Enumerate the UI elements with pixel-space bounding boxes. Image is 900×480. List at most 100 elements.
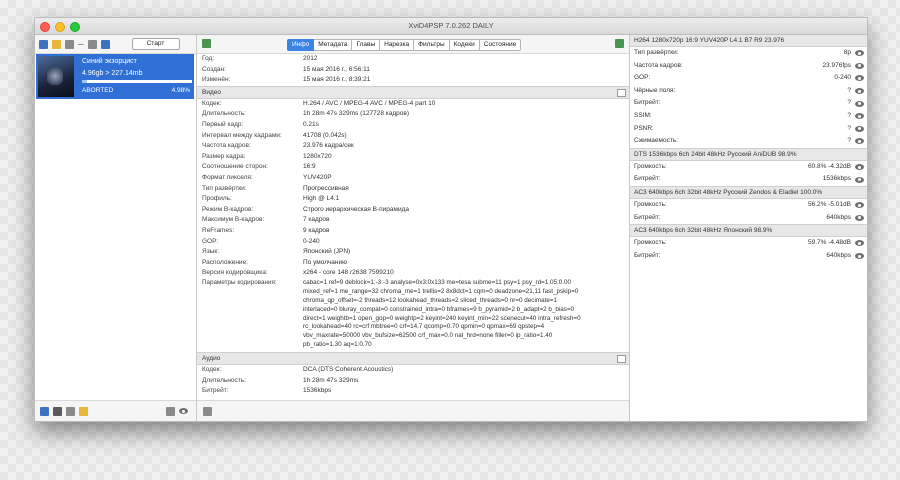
audio-stat-row: Битрейт: 640kbps (630, 212, 867, 225)
queue-toolbar: – Старт (35, 35, 196, 54)
video-label: Язык: (202, 248, 219, 256)
job-size: 4.96gb > 227.14mb (82, 70, 143, 77)
video-label: Тип развёртки: (202, 184, 247, 192)
tab-toolbar: Инфо Метадата Главы Нарезка Фильтры Кодеки Сос… (197, 35, 629, 54)
add-job-icon[interactable] (65, 39, 74, 49)
video-label: Кодек: (202, 99, 222, 107)
stat-value: ? (847, 137, 851, 145)
save-icon[interactable] (100, 39, 110, 49)
remove-job-icon[interactable]: – (78, 39, 84, 49)
stat-row: Тип развёртки: 8p (630, 47, 867, 60)
tab-item[interactable]: Состояние (479, 39, 522, 51)
video-label: GOP: (202, 237, 219, 245)
minimize-window-button[interactable] (55, 22, 65, 32)
eye-icon[interactable] (855, 125, 864, 132)
audio-stat-row: Громкость: 59.7% -4.48dB (630, 237, 867, 250)
stat-row: PSNR:? (630, 123, 867, 136)
audio-row: Кодек: DCA (DTS Coherent Acoustics) (197, 365, 629, 376)
eye-icon[interactable] (855, 50, 864, 57)
gear-icon[interactable] (166, 406, 175, 416)
eye-icon[interactable] (855, 138, 864, 145)
audio-stat-label: Громкость: (634, 239, 667, 247)
eye-icon[interactable] (855, 164, 864, 171)
stat-label: Сжимаемость: (634, 137, 679, 145)
presets-icon[interactable] (53, 406, 62, 416)
stat-value: 0-240 (834, 74, 851, 82)
queue-job-item[interactable]: Синий экзорцист 4.96gb > 227.14mb ABORTE… (36, 54, 194, 99)
copy-audio-icon[interactable] (617, 355, 626, 364)
video-value: 23.976 кадра/сек (303, 142, 354, 150)
stat-label: Чёрные поля: (634, 86, 676, 94)
app-window: XviD4PSP 7.0.262 DAILY – Старт Синий экз… (34, 17, 868, 422)
preview-eye-icon[interactable] (179, 408, 188, 414)
video-label: Длительность: (202, 110, 246, 118)
stat-label: SSIM: (634, 111, 652, 119)
audio-label: Длительность: (202, 376, 246, 384)
eye-icon[interactable] (855, 62, 864, 69)
video-value: High @ L4.1 (303, 195, 340, 203)
job-progress-fill (82, 80, 88, 83)
stat-value: ? (847, 124, 851, 132)
copy-video-icon[interactable] (617, 88, 626, 97)
copy-all-icon[interactable] (203, 407, 212, 416)
eye-icon[interactable] (855, 214, 864, 221)
video-row: Максимум B-кадров: 7 кадров (197, 215, 629, 226)
audio-stat-label: Громкость: (634, 162, 667, 170)
stat-label: PSNR: (634, 124, 654, 132)
eye-icon[interactable] (855, 88, 864, 95)
encoding-params-value: cabac=1 ref=9 deblock=1:-3:-3 analyse=0x… (303, 278, 581, 349)
copy-icon[interactable] (40, 406, 49, 416)
video-label: Формат пикселя: (202, 173, 253, 181)
video-row: Кодек: H.264 / AVC / MPEG-4 AVC / MPEG-4 … (197, 99, 629, 110)
tab-item[interactable]: Фильтры (414, 39, 450, 51)
eye-icon[interactable] (855, 113, 864, 120)
library-icon[interactable] (39, 39, 48, 49)
eye-icon[interactable] (855, 100, 864, 107)
audio-track-header: AC3 640kbps 6ch 32bit 48kHz Русский Zend… (630, 185, 867, 199)
video-label: Размер кадра: (202, 152, 246, 160)
pencil-icon[interactable] (79, 406, 88, 416)
tab-item[interactable]: Метадата (314, 39, 353, 51)
video-label: ReFrames: (202, 226, 235, 234)
tab-item[interactable]: Кодеки (449, 39, 480, 51)
stat-value: ? (847, 111, 851, 119)
back-icon[interactable] (202, 39, 211, 48)
encoding-params-row: Параметры кодирования: cabac=1 ref=9 deb… (197, 279, 629, 350)
tab-item[interactable]: Главы (352, 39, 381, 51)
video-label: Режим B-кадров: (202, 205, 254, 213)
eye-icon[interactable] (855, 75, 864, 82)
tab-bar: Инфо Метадата Главы Нарезка Фильтры Кодеки Сос… (287, 39, 522, 51)
close-window-button[interactable] (40, 22, 50, 32)
eye-icon[interactable] (855, 253, 864, 260)
start-button[interactable]: Старт (131, 38, 180, 50)
video-stream-header: H264 1280x720p 16:9 YUV420P L4.1 B7 R9 2… (630, 35, 867, 47)
audio-stat-value: 640kbps (826, 213, 851, 221)
video-value: 0.21s (303, 120, 319, 128)
video-row: Длительность: 1h 28m 47s 329ms (127728 ка… (197, 109, 629, 120)
trash-icon[interactable] (87, 39, 97, 49)
tab-item[interactable]: Нарезка (380, 39, 415, 51)
audio-stat-value: 640kbps (826, 251, 851, 259)
stat-row: Сжимаемость:? (630, 135, 867, 148)
job-thumbnail (38, 56, 74, 97)
audio-stat-label: Громкость: (634, 200, 667, 208)
video-row: Соотношение сторон: 16:9 (197, 162, 629, 173)
open-folder-icon[interactable] (52, 39, 61, 49)
video-row: GOP: 0-240 (197, 237, 629, 248)
audio-label: Кодек: (202, 366, 222, 374)
info-panel: Инфо Метадата Главы Нарезка Фильтры Кодеки Сос… (197, 35, 630, 421)
eye-icon[interactable] (855, 176, 864, 183)
tab-item[interactable]: Инфо (287, 39, 315, 51)
audio-stat-row: Битрейт: 640kbps (630, 250, 867, 263)
eye-icon[interactable] (855, 202, 864, 209)
audio-stat-value: 60.8% -4.32dB (807, 162, 851, 170)
eye-icon[interactable] (855, 240, 864, 247)
audio-label: Битрейт: (202, 387, 229, 395)
stat-label: Битрейт: (634, 99, 661, 107)
image-icon[interactable] (66, 406, 75, 416)
audio-stat-label: Битрейт: (634, 175, 661, 183)
video-label: Интервал между кадрами: (202, 131, 282, 139)
forward-icon[interactable] (615, 39, 624, 48)
video-row: Профиль: High @ L4.1 (197, 194, 629, 205)
zoom-window-button[interactable] (70, 22, 80, 32)
